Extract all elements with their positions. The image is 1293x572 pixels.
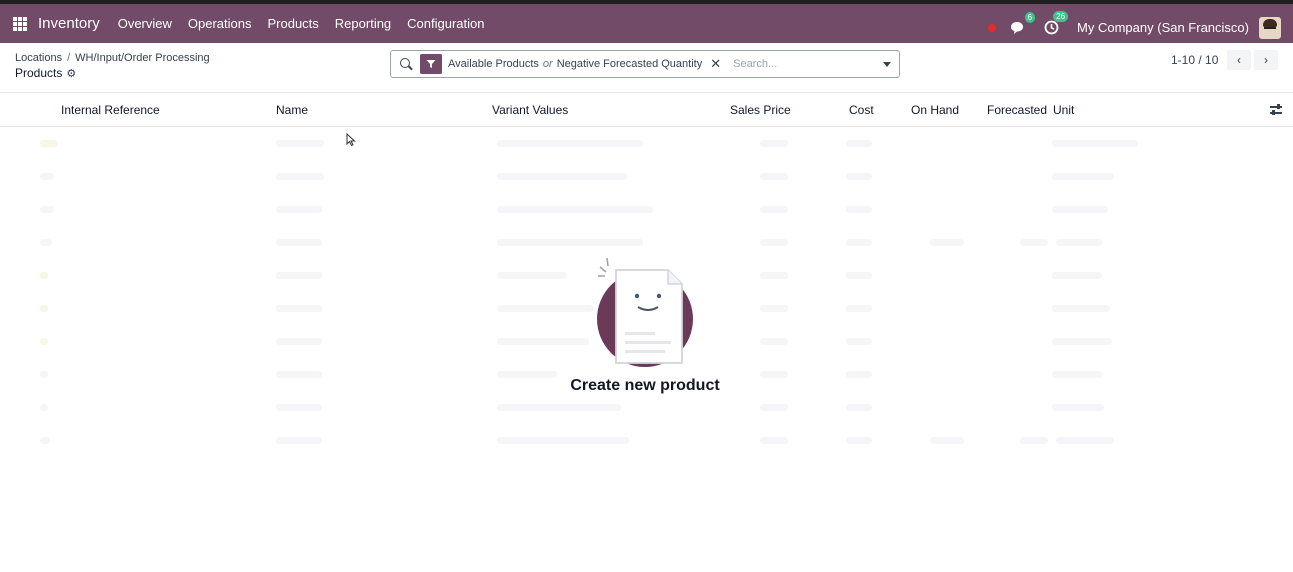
column-forecasted[interactable]: Forecasted (987, 103, 1047, 117)
chevron-down-icon[interactable] (883, 62, 891, 67)
search-icon[interactable] (400, 58, 412, 70)
user-avatar[interactable] (1259, 16, 1281, 39)
column-name[interactable]: Name (276, 103, 308, 117)
apps-grid-icon[interactable] (13, 16, 27, 31)
menu-reporting[interactable]: Reporting (335, 16, 391, 31)
menu-operations[interactable]: Operations (188, 16, 252, 31)
breadcrumb-location-current[interactable]: WH/Input/Order Processing (75, 52, 210, 64)
column-cost[interactable]: Cost (849, 103, 874, 117)
pager-next-button[interactable]: › (1254, 50, 1278, 70)
systray: 6 26 My Company (San Francisco) (988, 8, 1281, 47)
facet-text: Available Products or Negative Forecasted … (448, 58, 702, 70)
pager-previous-button[interactable]: ‹ (1227, 50, 1251, 70)
company-switcher[interactable]: My Company (San Francisco) (1077, 20, 1249, 35)
chevron-left-icon: ‹ (1237, 53, 1241, 67)
empty-state-title[interactable]: Create new product (545, 377, 745, 395)
activity-badge: 26 (1053, 11, 1069, 22)
page-title: Products ⚙ (15, 66, 76, 80)
column-unit[interactable]: Unit (1053, 103, 1074, 117)
pager-value[interactable]: 1-10 / 10 (1171, 53, 1218, 67)
menu-overview[interactable]: Overview (118, 16, 172, 31)
control-panel: Locations / WH/Input/Order Processing Prod… (0, 43, 1293, 93)
chat-badge: 6 (1024, 11, 1036, 23)
menu-configuration[interactable]: Configuration (407, 16, 484, 31)
mouse-cursor-icon (346, 133, 356, 147)
chevron-right-icon: › (1264, 53, 1268, 67)
filter-facet: Available Products or Negative Forecasted … (420, 54, 721, 74)
record-dot-icon[interactable] (988, 23, 997, 32)
page-title-text: Products (15, 66, 63, 80)
gear-icon[interactable]: ⚙ (66, 67, 76, 80)
list-header: Internal Reference Name Variant Values S… (0, 93, 1293, 127)
top-navbar: Inventory Overview Operations Products R… (0, 0, 1293, 43)
facet-value-negative: Negative Forecasted Quantity (556, 58, 703, 70)
optional-columns-icon[interactable] (1270, 104, 1282, 115)
search-bar[interactable]: Available Products or Negative Forecasted … (390, 50, 900, 78)
breadcrumb-separator: / (67, 52, 71, 64)
breadcrumb: Locations / WH/Input/Order Processing (15, 52, 210, 64)
column-internal-reference[interactable]: Internal Reference (61, 103, 160, 117)
smiling-document-illustration (597, 257, 693, 367)
menu-products[interactable]: Products (267, 16, 318, 31)
facet-value-available: Available Products (448, 58, 539, 70)
column-on-hand[interactable]: On Hand (911, 103, 959, 117)
app-brand[interactable]: Inventory (38, 15, 100, 32)
close-icon[interactable]: ✕ (710, 56, 721, 72)
facet-or: or (542, 58, 553, 70)
filter-icon (420, 54, 442, 74)
chat-button[interactable]: 6 (1010, 11, 1036, 35)
breadcrumb-locations[interactable]: Locations (15, 52, 62, 64)
chat-icon (1011, 21, 1024, 34)
activity-button[interactable]: 26 (1044, 11, 1069, 35)
column-variant-values[interactable]: Variant Values (492, 103, 568, 117)
search-input[interactable] (733, 58, 874, 70)
column-sales-price[interactable]: Sales Price (730, 103, 791, 117)
activity-clock-icon (1044, 20, 1059, 35)
